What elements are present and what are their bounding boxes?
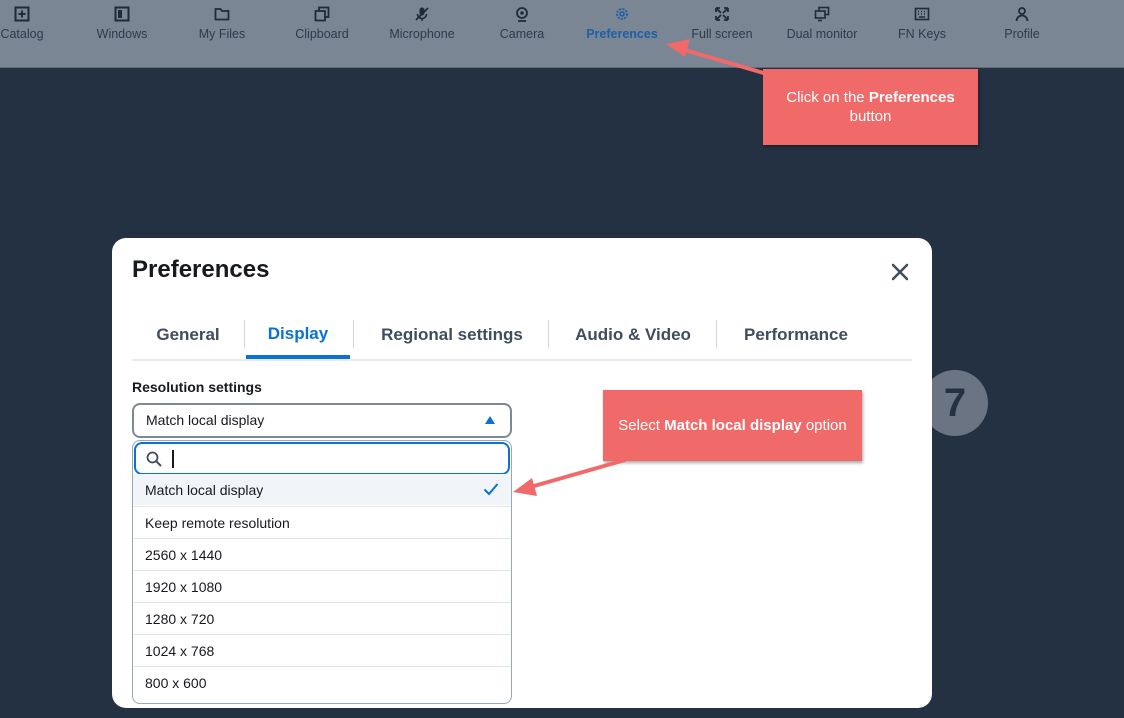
preferences-callout: Click on the Preferences button xyxy=(763,69,978,145)
resolution-settings-label: Resolution settings xyxy=(132,379,262,395)
option-800x600[interactable]: 800 x 600 xyxy=(133,666,511,698)
clipboard-icon xyxy=(313,5,331,23)
toolbar-label: Clipboard xyxy=(295,27,349,41)
toolbar-catalog-button[interactable]: Catalog xyxy=(0,0,72,60)
toolbar-camera-button[interactable]: Camera xyxy=(472,0,572,60)
close-button[interactable] xyxy=(888,260,912,284)
toolbar-label: Preferences xyxy=(586,27,658,41)
toolbar-label: My Files xyxy=(198,27,246,41)
option-1280x720[interactable]: 1280 x 720 xyxy=(133,602,511,634)
fullscreen-icon xyxy=(713,5,731,23)
text-cursor xyxy=(172,450,174,468)
checkmark-icon xyxy=(483,483,499,496)
resolution-select[interactable]: Match local display xyxy=(132,403,512,438)
keyboard-icon xyxy=(913,5,931,23)
callout-bold-text: Match local display xyxy=(664,417,802,434)
toolbar-microphone-button[interactable]: Microphone xyxy=(372,0,472,60)
option-1920x1080[interactable]: 1920 x 1080 xyxy=(133,570,511,602)
toolbar-label: Full screen xyxy=(691,27,753,41)
microphone-muted-icon xyxy=(413,5,431,23)
option-match-local-display[interactable]: Match local display xyxy=(133,474,511,505)
resolution-dropdown: Match local display Keep remote resoluti… xyxy=(132,440,512,704)
resolution-search-input[interactable] xyxy=(134,442,510,475)
tab-divider xyxy=(244,320,245,348)
toolbar-fn-keys-button[interactable]: FN Keys xyxy=(872,0,972,60)
match-local-display-callout: Select Match local display option xyxy=(603,390,862,461)
option-1024x768[interactable]: 1024 x 768 xyxy=(133,634,511,666)
callout-text: option xyxy=(801,417,847,434)
toolbar-label: Windows xyxy=(96,27,148,41)
toolbar-label: FN Keys xyxy=(898,27,946,41)
option-keep-remote-resolution[interactable]: Keep remote resolution xyxy=(133,506,511,538)
option-label: 800 x 600 xyxy=(145,675,207,691)
toolbar-label: Catalog xyxy=(0,27,44,41)
callout-text: button xyxy=(849,108,892,125)
option-label: 1280 x 720 xyxy=(145,611,215,627)
option-label: 2560 x 1440 xyxy=(145,547,223,563)
dual-monitor-icon xyxy=(813,5,831,23)
toolbar-full-screen-button[interactable]: Full screen xyxy=(672,0,772,60)
top-toolbar: Catalog Windows My Files Clipboard Micro… xyxy=(0,0,1124,68)
resolution-select-value: Match local display xyxy=(146,412,265,428)
toolbar-label: Camera xyxy=(499,27,545,41)
callout-text: Select xyxy=(618,417,665,434)
close-icon xyxy=(891,263,909,281)
window-icon xyxy=(113,5,131,23)
preferences-dialog: Preferences General Display Regional set… xyxy=(112,238,932,708)
callout-bold-text: Preferences xyxy=(868,89,955,106)
toolbar-my-files-button[interactable]: My Files xyxy=(172,0,272,60)
tab-regional-settings[interactable]: Regional settings xyxy=(354,312,550,357)
toolbar-dual-monitor-button[interactable]: Dual monitor xyxy=(772,0,872,60)
tab-bar: General Display Regional settings Audio … xyxy=(132,312,912,361)
user-icon xyxy=(1013,5,1031,23)
toolbar-preferences-button[interactable]: Preferences xyxy=(572,0,672,60)
tab-divider xyxy=(716,320,717,348)
option-label: Match local display xyxy=(145,482,264,498)
toolbar-label: Profile xyxy=(1004,27,1040,41)
gear-icon xyxy=(613,5,631,23)
search-icon xyxy=(146,451,162,467)
option-label: Keep remote resolution xyxy=(145,515,290,531)
tab-general[interactable]: General xyxy=(132,312,244,357)
toolbar-windows-button[interactable]: Windows xyxy=(72,0,172,60)
callout-text: Click on the xyxy=(786,89,869,106)
option-label: 1024 x 768 xyxy=(145,643,215,659)
camera-icon xyxy=(513,5,531,23)
tab-performance[interactable]: Performance xyxy=(718,312,874,357)
option-label: 1920 x 1080 xyxy=(145,579,223,595)
folder-icon xyxy=(213,5,231,23)
tab-divider xyxy=(548,320,549,348)
toolbar-clipboard-button[interactable]: Clipboard xyxy=(272,0,372,60)
toolbar-label: Microphone xyxy=(389,27,455,41)
caret-up-icon xyxy=(485,416,495,424)
toolbar-label: Dual monitor xyxy=(786,27,858,41)
tab-audio-video[interactable]: Audio & Video xyxy=(550,312,716,357)
tab-display[interactable]: Display xyxy=(246,312,350,359)
plus-square-icon xyxy=(13,5,31,23)
toolbar-profile-button[interactable]: Profile xyxy=(972,0,1072,60)
option-2560x1440[interactable]: 2560 x 1440 xyxy=(133,538,511,570)
dialog-title: Preferences xyxy=(132,256,270,283)
